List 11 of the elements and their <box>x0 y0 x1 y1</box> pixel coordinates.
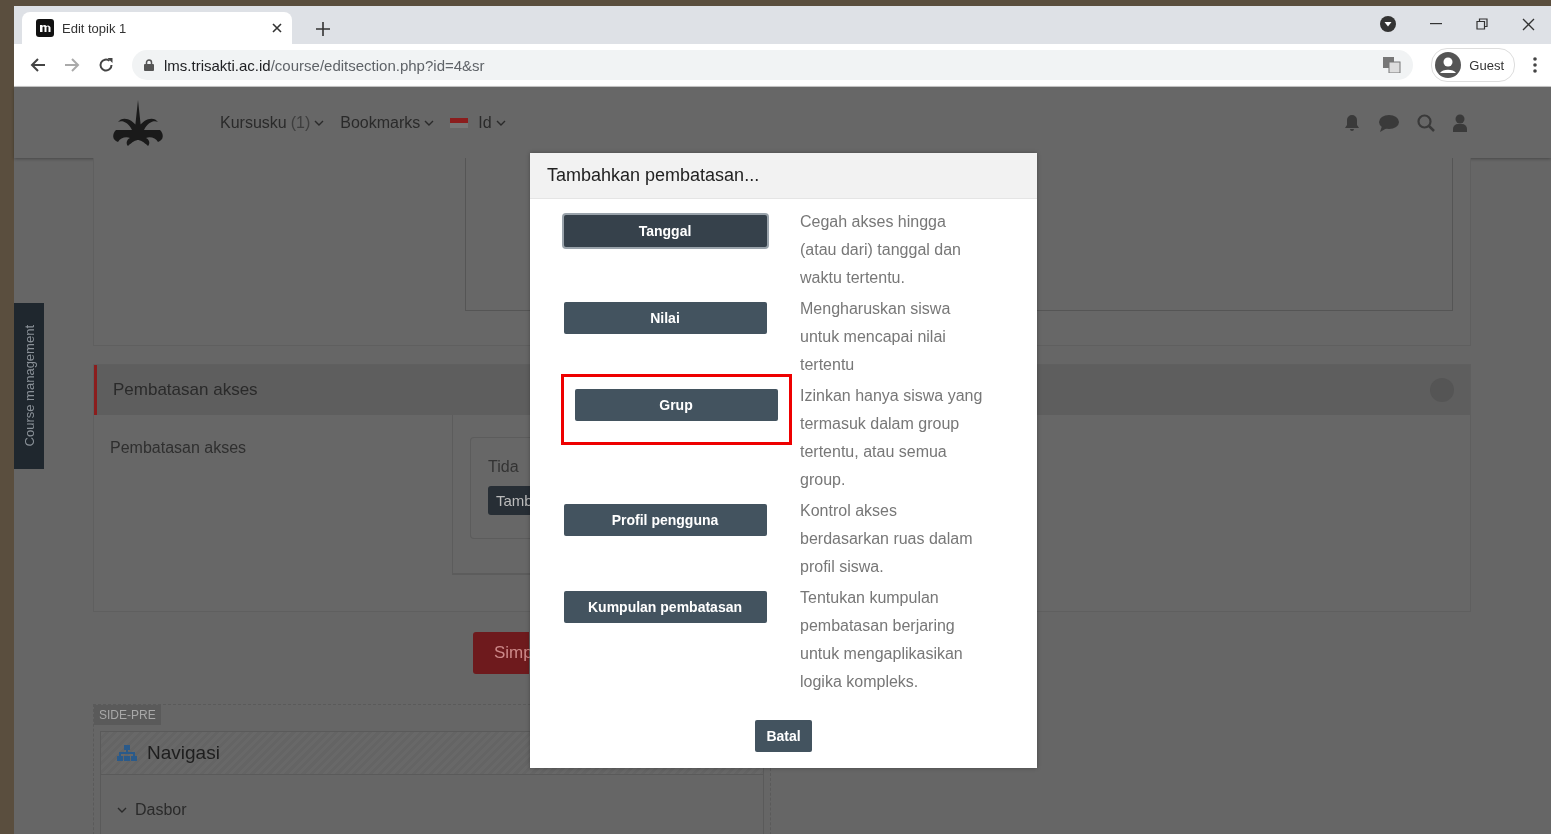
url-text: lms.trisakti.ac.id/course/editsection.php?id=4&sr <box>164 56 485 74</box>
option-description: Izinkan hanya siswa yang termasuk dalam group tertentu, atau semua group. <box>800 386 984 490</box>
field-label: Pembatasan akses <box>110 438 248 458</box>
dialog-title: Tambahkan pembatasan... <box>530 153 1037 199</box>
tab-title: Edit topik 1 <box>62 20 128 36</box>
region-label: SIDE-PRE <box>94 705 161 725</box>
option-description: Mengharuskan siswa untuk mencapai nilai tertentu <box>800 299 952 375</box>
option-description: Tentukan kumpulan pembatasan berjaring untuk mengaplikasikan logika kompleks. <box>800 588 964 692</box>
option-description: Cegah akses hingga (atau dari) tanggal dan waktu tertentu. <box>800 212 962 288</box>
option-description: Kontrol akses berdasarkan ruas dalam profil siswa. <box>800 501 974 577</box>
block-title: Navigasi <box>147 742 220 764</box>
